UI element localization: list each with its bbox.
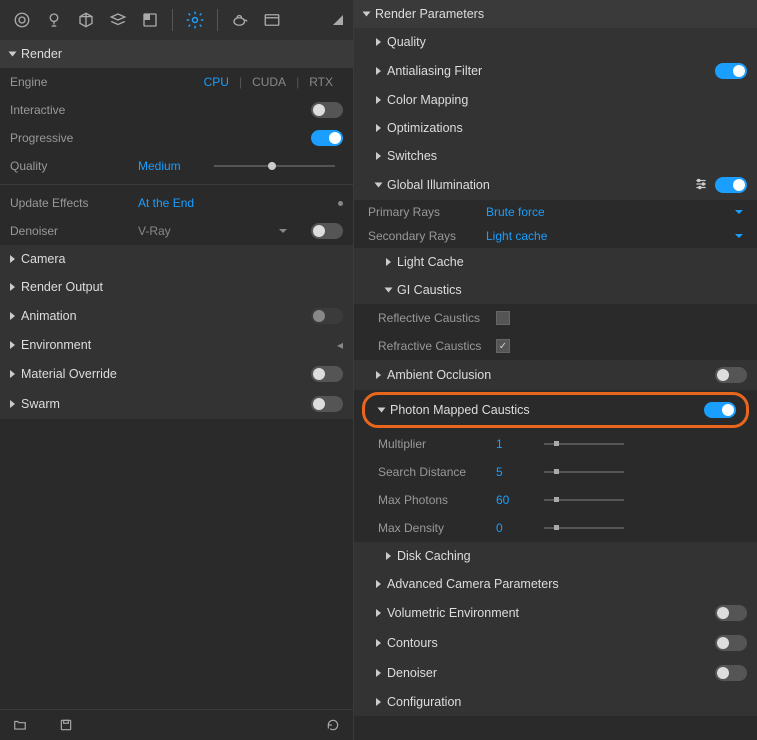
quality-slider[interactable] bbox=[214, 165, 335, 167]
footer-bar bbox=[0, 709, 353, 740]
render-label: Render bbox=[21, 47, 343, 61]
quality-row: Quality Medium bbox=[0, 152, 353, 180]
antialiasing-toggle[interactable] bbox=[715, 63, 747, 79]
antialiasing-section[interactable]: Antialiasing Filter bbox=[354, 56, 757, 86]
refractive-checkbox[interactable] bbox=[496, 339, 510, 353]
sliders-icon[interactable] bbox=[693, 177, 709, 193]
denoiser-row: Denoiser V-Ray bbox=[0, 217, 353, 245]
globe-icon[interactable] bbox=[8, 6, 36, 34]
search-distance-slider[interactable] bbox=[544, 471, 624, 473]
highlight-ring: Photon Mapped Caustics bbox=[362, 392, 749, 428]
swarm-section[interactable]: Swarm bbox=[0, 389, 353, 419]
layers-icon[interactable] bbox=[104, 6, 132, 34]
contours-toggle[interactable] bbox=[715, 635, 747, 651]
engine-rtx[interactable]: RTX bbox=[299, 73, 343, 91]
dot-icon bbox=[338, 201, 343, 206]
denoiser-section[interactable]: Denoiser bbox=[354, 658, 757, 688]
multiplier-slider[interactable] bbox=[544, 443, 624, 445]
render-params-section[interactable]: Render Parameters bbox=[354, 0, 757, 28]
corner-icon[interactable] bbox=[331, 13, 345, 27]
max-photons-row: Max Photons 60 bbox=[354, 486, 757, 514]
progressive-toggle[interactable] bbox=[311, 130, 343, 146]
undo-icon[interactable] bbox=[325, 718, 341, 732]
render-output-section[interactable]: Render Output bbox=[0, 273, 353, 301]
max-density-row: Max Density 0 bbox=[354, 514, 757, 542]
swarm-toggle[interactable] bbox=[311, 396, 343, 412]
material-override-toggle[interactable] bbox=[311, 366, 343, 382]
ambient-occlusion-section[interactable]: Ambient Occlusion bbox=[354, 360, 757, 390]
animation-toggle[interactable] bbox=[311, 308, 343, 324]
open-folder-icon[interactable] bbox=[12, 718, 28, 732]
chevron-down-icon[interactable] bbox=[279, 229, 287, 233]
color-mapping-section[interactable]: Color Mapping bbox=[354, 86, 757, 114]
gear-icon[interactable] bbox=[181, 6, 209, 34]
search-distance-row: Search Distance 5 bbox=[354, 458, 757, 486]
adv-camera-section[interactable]: Advanced Camera Parameters bbox=[354, 570, 757, 598]
engine-cuda[interactable]: CUDA bbox=[242, 73, 296, 91]
teapot-icon[interactable] bbox=[226, 6, 254, 34]
multiplier-row: Multiplier 1 bbox=[354, 430, 757, 458]
primary-rays-row: Primary Rays Brute force bbox=[354, 200, 757, 224]
progressive-row: Progressive bbox=[0, 124, 353, 152]
window-icon[interactable] bbox=[258, 6, 286, 34]
contours-section[interactable]: Contours bbox=[354, 628, 757, 658]
reflective-checkbox[interactable] bbox=[496, 311, 510, 325]
environment-section[interactable]: Environment ◂ bbox=[0, 331, 353, 359]
cube-icon[interactable] bbox=[72, 6, 100, 34]
quality-section[interactable]: Quality bbox=[354, 28, 757, 56]
gi-toggle[interactable] bbox=[715, 177, 747, 193]
ao-toggle[interactable] bbox=[715, 367, 747, 383]
interactive-toggle[interactable] bbox=[311, 102, 343, 118]
vol-env-section[interactable]: Volumetric Environment bbox=[354, 598, 757, 628]
vol-env-toggle[interactable] bbox=[715, 605, 747, 621]
save-icon[interactable] bbox=[58, 718, 74, 732]
light-cache-section[interactable]: Light Cache bbox=[354, 248, 757, 276]
bulb-icon[interactable] bbox=[40, 6, 68, 34]
gi-caustics-section[interactable]: GI Caustics bbox=[354, 276, 757, 304]
reflective-caustics-row: Reflective Caustics bbox=[354, 304, 757, 332]
gi-section[interactable]: Global Illumination bbox=[354, 170, 757, 200]
optimizations-section[interactable]: Optimizations bbox=[354, 114, 757, 142]
render-section-header[interactable]: Render bbox=[0, 40, 353, 68]
update-effects-row: Update Effects At the End bbox=[0, 189, 353, 217]
engine-cpu[interactable]: CPU bbox=[194, 73, 239, 91]
camera-section[interactable]: Camera bbox=[0, 245, 353, 273]
animation-section[interactable]: Animation bbox=[0, 301, 353, 331]
expand-arrow-icon[interactable]: ◂ bbox=[337, 338, 343, 352]
secondary-rays-row: Secondary Rays Light cache bbox=[354, 224, 757, 248]
left-toolbar bbox=[0, 0, 353, 40]
engine-row: Engine CPU | CUDA | RTX bbox=[0, 68, 353, 96]
material-override-section[interactable]: Material Override bbox=[0, 359, 353, 389]
max-photons-slider[interactable] bbox=[544, 499, 624, 501]
photon-caustics-toggle[interactable] bbox=[704, 402, 736, 418]
max-density-slider[interactable] bbox=[544, 527, 624, 529]
chevron-down-icon[interactable] bbox=[735, 210, 743, 214]
denoiser-right-toggle[interactable] bbox=[715, 665, 747, 681]
switches-section[interactable]: Switches bbox=[354, 142, 757, 170]
interactive-row: Interactive bbox=[0, 96, 353, 124]
chevron-down-icon[interactable] bbox=[735, 234, 743, 238]
configuration-section[interactable]: Configuration bbox=[354, 688, 757, 716]
refractive-caustics-row: Refractive Caustics bbox=[354, 332, 757, 360]
photon-caustics-section[interactable]: Photon Mapped Caustics bbox=[365, 395, 746, 425]
swatch-icon[interactable] bbox=[136, 6, 164, 34]
disk-caching-section[interactable]: Disk Caching bbox=[354, 542, 757, 570]
denoiser-toggle[interactable] bbox=[311, 223, 343, 239]
